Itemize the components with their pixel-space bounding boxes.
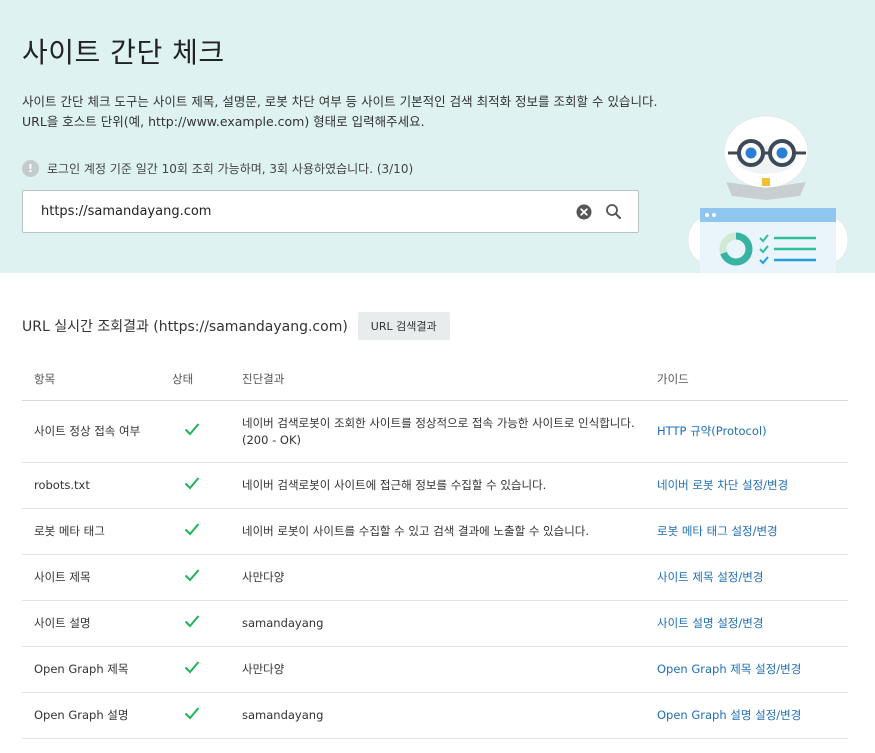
- table-row: Open Graph 설명 samandayang Open Graph 설명 …: [22, 692, 848, 739]
- table-row: 사이트 설명 samandayang 사이트 설명 설정/변경: [22, 600, 848, 647]
- table-row: 로봇 메타 태그 네이버 로봇이 사이트를 수집할 수 있고 검색 결과에 노출…: [22, 508, 848, 555]
- table-row: 사이트 정상 접속 여부 네이버 검색로봇이 조회한 사이트를 정상적으로 접속…: [22, 400, 848, 463]
- clear-icon[interactable]: [576, 204, 592, 220]
- row-status: [172, 692, 242, 739]
- guide-link[interactable]: 사이트 설명 설정/변경: [657, 616, 763, 630]
- table-header-row: 항목 상태 진단결과 가이드: [22, 358, 848, 401]
- row-item: Open Graph 설명: [22, 692, 172, 739]
- row-status: [172, 462, 242, 509]
- guide-link[interactable]: Open Graph 설명 설정/변경: [657, 708, 801, 722]
- check-icon: [184, 423, 200, 436]
- row-result: 네이버 로봇이 사이트를 수집할 수 있고 검색 결과에 노출할 수 있습니다.: [242, 508, 657, 555]
- url-input[interactable]: [41, 191, 561, 232]
- row-guide: 사이트 설명 설정/변경: [657, 600, 848, 647]
- guide-link[interactable]: 사이트 제목 설정/변경: [657, 570, 763, 584]
- url-search-result-button[interactable]: URL 검색결과: [357, 312, 450, 340]
- column-header-result: 진단결과: [242, 358, 657, 401]
- result-title: URL 실시간 조회결과 (https://samandayang.com): [22, 319, 348, 335]
- row-result: 사만다양: [242, 554, 657, 601]
- result-header: URL 실시간 조회결과 (https://samandayang.com) U…: [22, 312, 450, 340]
- row-result-line: (200 - OK): [242, 432, 301, 447]
- row-result: 사만다양: [242, 646, 657, 693]
- row-item: 로봇 메타 태그: [22, 508, 172, 555]
- row-status: [172, 400, 242, 463]
- row-status: [172, 508, 242, 555]
- url-search-box: [22, 190, 639, 233]
- info-icon: !: [22, 159, 39, 177]
- row-guide: 사이트 제목 설정/변경: [657, 554, 848, 601]
- row-item: robots.txt: [22, 462, 172, 509]
- check-icon: [184, 707, 200, 720]
- robot-illustration: [682, 112, 854, 273]
- row-status: [172, 600, 242, 647]
- row-result: samandayang: [242, 600, 657, 647]
- row-guide: Open Graph 제목 설정/변경: [657, 646, 848, 693]
- check-icon: [184, 569, 200, 582]
- row-guide: 로봇 메타 태그 설정/변경: [657, 508, 848, 555]
- description-line-1: 사이트 간단 체크 도구는 사이트 제목, 설명문, 로봇 차단 여부 등 사이…: [22, 94, 658, 109]
- search-icon[interactable]: [605, 203, 622, 220]
- table-row: Open Graph 제목 사만다양 Open Graph 제목 설정/변경: [22, 646, 848, 693]
- guide-link[interactable]: 로봇 메타 태그 설정/변경: [657, 524, 778, 538]
- check-icon: [184, 477, 200, 490]
- column-header-item: 항목: [22, 358, 172, 401]
- row-item: 사이트 정상 접속 여부: [22, 400, 172, 463]
- hero-banner: 사이트 간단 체크 사이트 간단 체크 도구는 사이트 제목, 설명문, 로봇 …: [0, 0, 875, 273]
- result-table: 항목 상태 진단결과 가이드 사이트 정상 접속 여부 네이버 검색로봇이 조회…: [22, 358, 848, 739]
- usage-notice: ! 로그인 계정 기준 일간 10회 조회 가능하며, 3회 사용하였습니다. …: [22, 158, 413, 178]
- row-guide: HTTP 규약(Protocol): [657, 400, 848, 463]
- usage-notice-text: 로그인 계정 기준 일간 10회 조회 가능하며, 3회 사용하였습니다. (3…: [47, 161, 414, 176]
- guide-link[interactable]: Open Graph 제목 설정/변경: [657, 662, 801, 676]
- row-item: Open Graph 제목: [22, 646, 172, 693]
- guide-link[interactable]: HTTP 규약(Protocol): [657, 424, 767, 438]
- column-header-guide: 가이드: [657, 358, 848, 401]
- row-result: samandayang: [242, 692, 657, 739]
- row-result: 네이버 검색로봇이 사이트에 접근해 정보를 수집할 수 있습니다.: [242, 462, 657, 509]
- check-icon: [184, 661, 200, 674]
- table-row: 사이트 제목 사만다양 사이트 제목 설정/변경: [22, 554, 848, 601]
- check-icon: [184, 615, 200, 628]
- check-icon: [184, 523, 200, 536]
- row-result-line: 네이버 검색로봇이 조회한 사이트를 정상적으로 접속 가능한 사이트로 인식합…: [242, 415, 635, 430]
- row-item: 사이트 설명: [22, 600, 172, 647]
- table-row: robots.txt 네이버 검색로봇이 사이트에 접근해 정보를 수집할 수 …: [22, 462, 848, 509]
- page-title: 사이트 간단 체크: [22, 36, 225, 69]
- row-status: [172, 646, 242, 693]
- row-guide: Open Graph 설명 설정/변경: [657, 692, 848, 739]
- page-description: 사이트 간단 체크 도구는 사이트 제목, 설명문, 로봇 차단 여부 등 사이…: [22, 92, 657, 132]
- row-guide: 네이버 로봇 차단 설정/변경: [657, 462, 848, 509]
- guide-link[interactable]: 네이버 로봇 차단 설정/변경: [657, 478, 788, 492]
- row-item: 사이트 제목: [22, 554, 172, 601]
- column-header-status: 상태: [172, 358, 242, 401]
- row-result: 네이버 검색로봇이 조회한 사이트를 정상적으로 접속 가능한 사이트로 인식합…: [242, 400, 657, 463]
- row-status: [172, 554, 242, 601]
- description-line-2: URL을 호스트 단위(예, http://www.example.com) 형…: [22, 114, 425, 129]
